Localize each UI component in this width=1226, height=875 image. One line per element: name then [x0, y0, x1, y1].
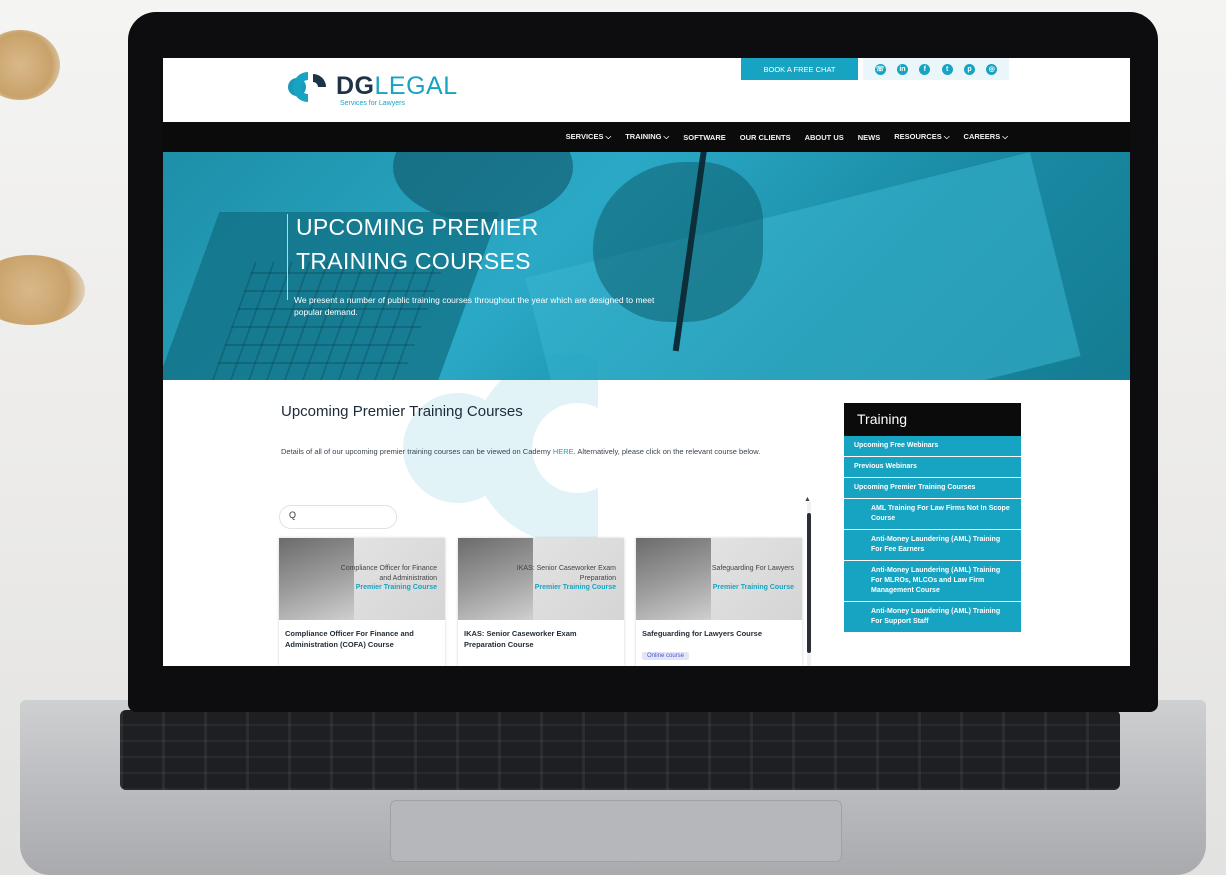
- phone-icon[interactable]: ☏: [874, 63, 886, 75]
- hero-title-line1: UPCOMING PREMIER: [296, 214, 539, 240]
- sidebar-title: Training: [844, 403, 1021, 436]
- nav-our-clients[interactable]: OUR CLIENTS: [740, 133, 791, 142]
- course-card-photo: [636, 538, 711, 620]
- sidebar-item-upcoming-premier-training[interactable]: Upcoming Premier Training Courses: [844, 478, 1021, 499]
- course-card-image: IKAS: Senior Caseworker Exam Preparation…: [458, 538, 624, 620]
- hero-title: UPCOMING PREMIER TRAINING COURSES: [296, 210, 626, 278]
- background-blob-bottom: [0, 255, 85, 325]
- course-card-image-subtitle: Premier Training Course: [534, 584, 616, 591]
- background-blob-top: [0, 30, 60, 100]
- twitter-icon[interactable]: t: [941, 63, 953, 75]
- sidebar-item-aml-support-staff[interactable]: Anti-Money Laundering (AML) Training For…: [844, 602, 1021, 633]
- scrollbar-thumb[interactable]: [807, 513, 811, 653]
- nav-careers[interactable]: CAREERS ⌵: [964, 132, 1008, 142]
- course-card[interactable]: IKAS: Senior Caseworker Exam Preparation…: [458, 538, 624, 666]
- course-card-image: Compliance Officer for Finance and Admin…: [279, 538, 445, 620]
- hero-description: We present a number of public training c…: [294, 295, 655, 317]
- laptop-screen: DGLEGAL Services for Lawyers BOOK A FREE…: [163, 58, 1130, 666]
- laptop-keyboard: [120, 710, 1120, 790]
- course-card-title[interactable]: IKAS: Senior Caseworker Exam Preparation…: [464, 628, 616, 650]
- sidebar-item-aml-fee-earners[interactable]: Anti-Money Laundering (AML) Training For…: [844, 530, 1021, 561]
- intro-text-after: . Alternatively, please click on the rel…: [573, 447, 761, 456]
- sidebar-item-previous-webinars[interactable]: Previous Webinars: [844, 457, 1021, 478]
- hero-accent-line: [287, 214, 288, 300]
- nav-software[interactable]: SOFTWARE: [683, 133, 726, 142]
- sidebar-item-aml-not-in-scope[interactable]: AML Training For Law Firms Not In Scope …: [844, 499, 1021, 530]
- logo-legal: LEGAL: [374, 72, 458, 100]
- course-card-image-subtitle: Premier Training Course: [355, 584, 437, 591]
- laptop-trackpad: [390, 800, 842, 862]
- online-course-badge: Online course: [642, 652, 690, 660]
- sidebar-item-aml-mlros[interactable]: Anti-Money Laundering (AML) Training For…: [844, 561, 1021, 602]
- course-card[interactable]: Safeguarding For Lawyers Premier Trainin…: [636, 538, 802, 666]
- course-card-image-title: Safeguarding For Lawyers: [711, 565, 794, 572]
- hero-title-line2: TRAINING COURSES: [296, 248, 531, 274]
- cademy-here-link[interactable]: HERE: [553, 447, 574, 456]
- logo-wordmark[interactable]: DGLEGAL: [336, 72, 458, 101]
- dglegal-logo-icon[interactable]: [286, 66, 328, 108]
- page-title: Upcoming Premier Training Courses: [281, 403, 523, 420]
- book-free-chat-button[interactable]: BOOK A FREE CHAT: [741, 58, 858, 80]
- course-card[interactable]: Compliance Officer for Finance and Admin…: [279, 538, 445, 666]
- instagram-icon[interactable]: ◎: [986, 63, 998, 75]
- site-header: DGLEGAL Services for Lawyers BOOK A FREE…: [163, 58, 1130, 122]
- logo-tagline: Services for Lawyers: [340, 100, 405, 107]
- course-card-image-title: Compliance Officer for Finance and Admin…: [340, 565, 437, 582]
- nav-news[interactable]: NEWS: [858, 133, 881, 142]
- course-card-title[interactable]: Safeguarding for Lawyers Course: [642, 628, 794, 639]
- logo-dg: DG: [336, 72, 375, 100]
- training-sidebar: Training Upcoming Free Webinars Previous…: [844, 403, 1021, 666]
- nav-training[interactable]: TRAINING ⌵: [625, 132, 669, 142]
- sidebar-item-upcoming-free-webinars[interactable]: Upcoming Free Webinars: [844, 436, 1021, 457]
- pinterest-icon[interactable]: p: [963, 63, 975, 75]
- intro-text-before: Details of all of our upcoming premier t…: [281, 447, 553, 456]
- course-search-input[interactable]: Q: [279, 505, 397, 529]
- nav-about-us[interactable]: ABOUT US: [805, 133, 844, 142]
- course-card-image-subtitle: Premier Training Course: [712, 584, 794, 591]
- search-icon: Q: [289, 510, 297, 520]
- main-nav: SERVICES ⌵ TRAINING ⌵ SOFTWARE OUR CLIEN…: [163, 122, 1130, 152]
- hero-banner: UPCOMING PREMIER TRAINING COURSES We pre…: [163, 152, 1130, 380]
- facebook-icon[interactable]: f: [919, 63, 931, 75]
- nav-resources[interactable]: RESOURCES ⌵: [894, 132, 949, 142]
- course-card-title[interactable]: Compliance Officer For Finance and Admin…: [285, 628, 437, 650]
- course-card-image: Safeguarding For Lawyers Premier Trainin…: [636, 538, 802, 620]
- course-card-image-title: IKAS: Senior Caseworker Exam Preparation: [516, 565, 616, 582]
- linkedin-icon[interactable]: in: [896, 63, 908, 75]
- intro-text: Details of all of our upcoming premier t…: [281, 446, 806, 457]
- nav-services[interactable]: SERVICES ⌵: [566, 132, 612, 142]
- scroll-up-icon[interactable]: ▲: [804, 496, 811, 503]
- social-links: ☏ in f t p ◎: [863, 58, 1009, 80]
